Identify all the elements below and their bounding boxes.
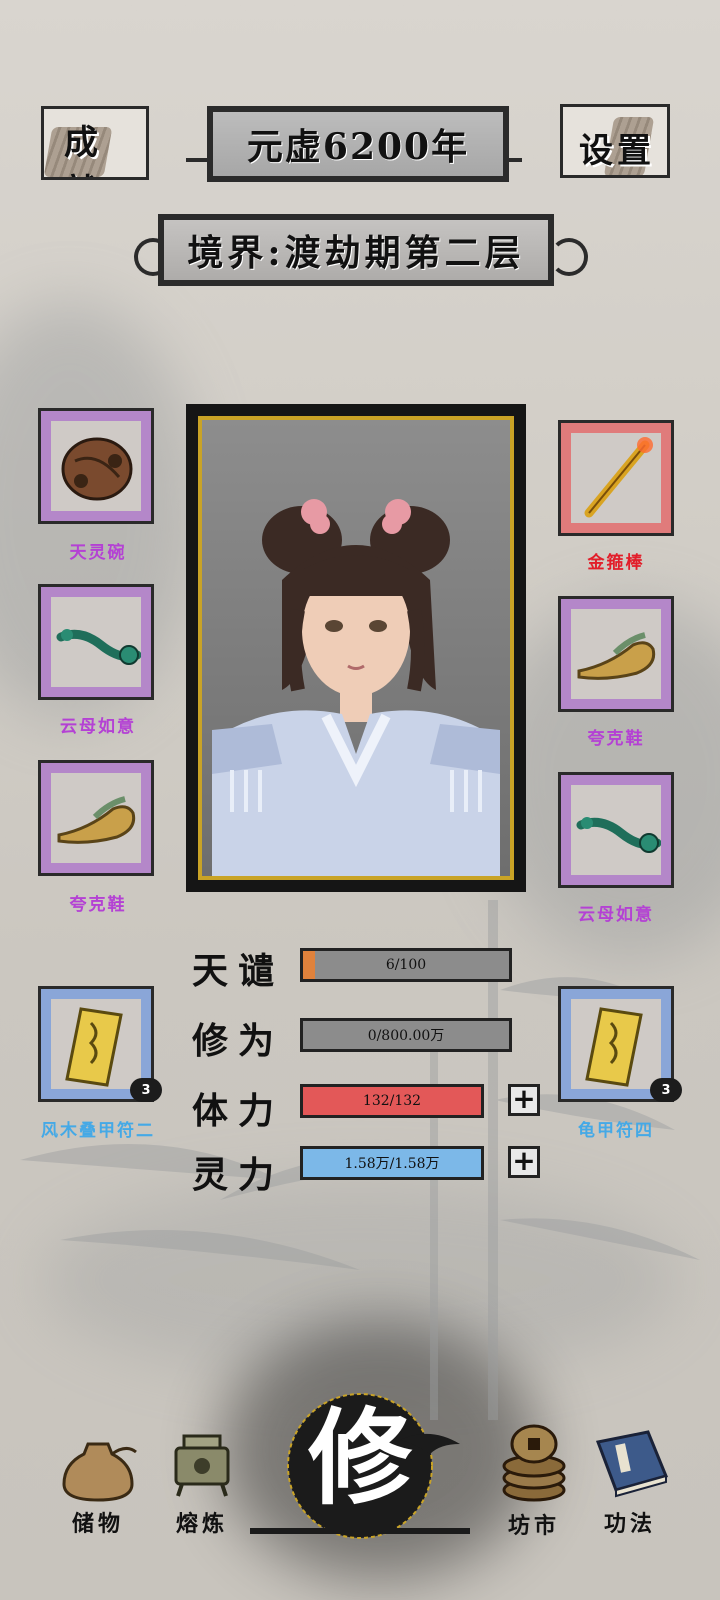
character-portrait-frame[interactable] [186, 404, 526, 892]
book-icon [595, 1430, 669, 1498]
nav-refine[interactable]: 熔炼 [154, 1422, 250, 1538]
equip-slot-left-2[interactable] [38, 584, 154, 700]
nav-storage[interactable]: 储物 [50, 1422, 146, 1538]
ruyi-icon [576, 817, 661, 853]
equip-name-right-4: 龟甲符四 [578, 1121, 654, 1141]
equip-name-left-4: 风木叠甲符二 [41, 1121, 155, 1141]
equip-name-right-2: 夸克鞋 [587, 729, 645, 749]
stamina-value: 132/132 [362, 1093, 422, 1109]
item-count-badge: 3 [130, 1078, 162, 1102]
equip-slot-right-2[interactable] [558, 596, 674, 712]
shoe-icon [577, 632, 656, 680]
year-banner: 元虚6200年 [207, 106, 509, 182]
realm-banner: 境界:渡劫期第二层 [158, 214, 554, 286]
nav-storage-label: 储物 [71, 1511, 124, 1537]
equip-slot-right-1[interactable] [558, 420, 674, 536]
equip-name-right-3: 云母如意 [578, 905, 654, 925]
nav-skills-label: 功法 [603, 1511, 656, 1537]
settings-button[interactable]: 设置 [560, 104, 670, 178]
shoe-icon [57, 796, 136, 844]
ruyi-icon [56, 629, 141, 665]
stamina-label: 体力 [192, 1090, 285, 1132]
equip-slot-right-3[interactable] [558, 772, 674, 888]
tribulation-label: 天谴 [192, 950, 285, 992]
spirit-label: 灵力 [192, 1154, 285, 1196]
settings-label: 设置 [579, 131, 655, 171]
add-stamina-button[interactable]: + [508, 1084, 540, 1116]
spirit-value: 1.58万/1.58万 [344, 1156, 440, 1172]
equip-slot-left-3[interactable] [38, 760, 154, 876]
equip-slot-left-1[interactable] [38, 408, 154, 524]
cultivate-label: 修 [307, 1396, 412, 1519]
nav-cultivate[interactable]: 修 [250, 1380, 470, 1540]
stamina-bar: 132/132 [300, 1084, 484, 1118]
staff-icon [584, 437, 653, 518]
tribulation-bar: 6/100 [300, 948, 512, 982]
nav-market-label: 坊市 [507, 1513, 560, 1539]
nav-market[interactable]: 坊市 [484, 1420, 584, 1540]
tribulation-value: 6/100 [385, 957, 427, 973]
equip-name-left-2: 云母如意 [60, 717, 136, 737]
bowl-icon [61, 437, 133, 501]
nav-skills[interactable]: 功法 [580, 1422, 680, 1538]
bamboo-decoration [20, 900, 700, 1420]
talisman-icon [585, 1007, 643, 1087]
item-count-badge: 3 [650, 1078, 682, 1102]
talisman-icon [65, 1007, 123, 1087]
achievements-button[interactable]: 成就 [41, 106, 149, 180]
character-portrait [212, 499, 500, 876]
equip-name-left-1: 天灵碗 [69, 543, 127, 563]
realm-label: 境界:渡劫期第二层 [164, 220, 548, 280]
equip-name-left-3: 夸克鞋 [69, 895, 127, 915]
coins-icon [502, 1424, 566, 1502]
equip-name-right-1: 金箍棒 [587, 553, 645, 573]
nav-refine-label: 熔炼 [175, 1511, 228, 1537]
spirit-bar: 1.58万/1.58万 [300, 1146, 484, 1180]
achievements-label: 成就 [64, 123, 106, 177]
cauldron-icon [174, 1434, 230, 1497]
cultivation-bar: 0/800.00万 [300, 1018, 512, 1052]
bag-icon [62, 1442, 137, 1502]
cultivation-value: 0/800.00万 [367, 1028, 445, 1044]
tribulation-fill [303, 951, 316, 979]
year-label: 元虚6200年 [213, 112, 503, 176]
cultivation-label: 修为 [192, 1020, 285, 1062]
add-spirit-button[interactable]: + [508, 1146, 540, 1178]
